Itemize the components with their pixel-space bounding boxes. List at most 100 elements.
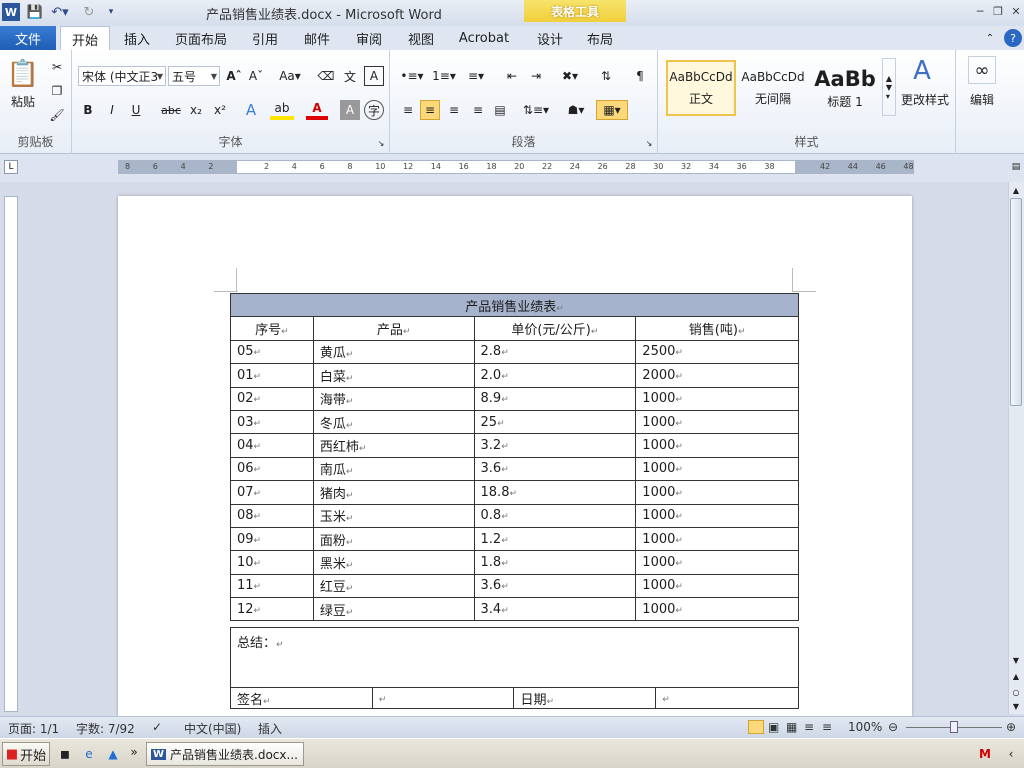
style-no-spacing[interactable]: AaBbCcDd 无间隔 xyxy=(738,60,808,116)
help-icon[interactable]: ? xyxy=(1004,29,1022,47)
table-cell[interactable]: 09↵ xyxy=(230,526,314,552)
table-cell[interactable]: 02↵ xyxy=(230,386,314,411)
clear-formatting-icon[interactable]: ⌫ xyxy=(316,66,336,86)
paste-icon[interactable]: 📋 xyxy=(6,56,40,92)
tab-review[interactable]: 审阅 xyxy=(348,26,390,50)
scrollbar-thumb[interactable] xyxy=(1010,198,1022,406)
table-cell[interactable]: 3.2↵ xyxy=(473,433,637,458)
character-shading-icon[interactable]: A xyxy=(340,100,360,120)
customize-quick-access-icon[interactable]: ▾ xyxy=(104,3,118,21)
word-logo-icon[interactable]: W xyxy=(2,3,20,21)
zoom-out-icon[interactable]: ⊖ xyxy=(888,720,898,734)
view-ruler-icon[interactable]: ▤ xyxy=(1010,160,1022,174)
table-cell[interactable]: 1.2↵ xyxy=(473,526,637,552)
show-paragraph-marks-icon[interactable]: ¶ xyxy=(630,66,650,86)
bullets-icon[interactable]: •≡▾ xyxy=(398,66,426,86)
web-layout-icon[interactable]: ▦ xyxy=(786,720,797,734)
underline-button[interactable]: U xyxy=(126,100,146,120)
word-count[interactable]: 字数: 7/92 xyxy=(76,720,135,737)
tab-insert[interactable]: 插入 xyxy=(116,26,158,50)
table-cell[interactable]: 2000↵ xyxy=(635,363,799,388)
strikethrough-button[interactable]: abc xyxy=(160,100,182,120)
draft-icon[interactable]: ≡ xyxy=(822,720,832,734)
decrease-indent-icon[interactable]: ⇤ xyxy=(502,66,522,86)
vertical-ruler[interactable] xyxy=(4,196,18,712)
tab-view[interactable]: 视图 xyxy=(400,26,442,50)
zoom-slider-handle[interactable] xyxy=(950,721,958,733)
table-cell[interactable]: 3.4↵ xyxy=(473,597,637,622)
word-task-button[interactable]: W 产品销售业绩表.docx... xyxy=(146,742,304,766)
restore-icon[interactable]: ❐ xyxy=(990,4,1006,18)
desktop-icon[interactable]: ◼ xyxy=(56,745,74,763)
page-count[interactable]: 页面: 1/1 xyxy=(8,720,59,737)
header-cell[interactable]: 产品↵ xyxy=(312,316,475,341)
table-cell[interactable]: 03↵ xyxy=(230,409,314,435)
distributed-icon[interactable]: ▤ xyxy=(490,100,510,120)
browse-object-icon[interactable]: ○ xyxy=(1010,686,1022,698)
minimize-ribbon-icon[interactable]: ⌃ xyxy=(982,26,998,50)
table-cell[interactable]: 18.8↵ xyxy=(473,480,637,505)
summary-cell[interactable]: 总结：↵ xyxy=(230,627,799,688)
table-cell[interactable]: 黄瓜↵ xyxy=(312,339,475,365)
table-cell[interactable]: 08↵ xyxy=(230,503,314,528)
tray-app-icon[interactable]: M xyxy=(976,745,994,763)
print-layout-icon[interactable] xyxy=(748,720,764,734)
sales-table[interactable]: 产品销售业绩表↵ 序号↵ 产品↵ 单价(元/公斤)↵ 销售(吨)↵ 05↵ 黄瓜↵… xyxy=(230,292,799,622)
signature-value-cell[interactable]: ↵ xyxy=(371,687,515,709)
font-size-combo[interactable]: 五号 ▼ xyxy=(168,66,220,86)
scroll-down-icon[interactable]: ▼ xyxy=(1010,654,1022,666)
tab-table-layout[interactable]: 布局 xyxy=(576,26,624,50)
justify-icon[interactable]: ≡ xyxy=(468,100,488,120)
table-cell[interactable]: 1000↵ xyxy=(635,480,799,505)
table-cell[interactable]: 01↵ xyxy=(230,363,314,388)
table-cell[interactable]: 2500↵ xyxy=(635,339,799,365)
table-cell[interactable]: 红豆↵ xyxy=(312,573,475,599)
tab-page-layout[interactable]: 页面布局 xyxy=(170,26,232,50)
find-binoculars-icon[interactable]: ∞ xyxy=(968,56,996,84)
italic-button[interactable]: I xyxy=(102,100,122,120)
table-cell[interactable]: 西红柿↵ xyxy=(312,433,475,458)
sort-icon[interactable]: ⇅ xyxy=(596,66,616,86)
table-cell[interactable]: 1000↵ xyxy=(635,503,799,528)
table-cell[interactable]: 1.8↵ xyxy=(473,550,637,575)
chinese-layout-icon[interactable]: ✖▾ xyxy=(558,66,582,86)
tab-references[interactable]: 引用 xyxy=(244,26,286,50)
table-cell[interactable]: 1000↵ xyxy=(635,456,799,482)
table-cell[interactable]: 0.8↵ xyxy=(473,503,637,528)
enclose-characters-icon[interactable]: 字 xyxy=(364,100,384,120)
table-cell[interactable]: 1000↵ xyxy=(635,433,799,458)
table-cell[interactable]: 2.0↵ xyxy=(473,363,637,388)
table-cell[interactable]: 8.9↵ xyxy=(473,386,637,411)
table-cell[interactable]: 黑米↵ xyxy=(312,550,475,575)
table-cell[interactable]: 猪肉↵ xyxy=(312,480,475,505)
table-cell[interactable]: 南瓜↵ xyxy=(312,456,475,482)
insert-mode-indicator[interactable]: 插入 xyxy=(258,720,282,737)
change-styles-icon[interactable]: A xyxy=(902,56,942,86)
change-case-icon[interactable]: Aa▾ xyxy=(276,66,304,86)
text-effects-icon[interactable]: A xyxy=(240,100,262,120)
table-cell[interactable]: 1000↵ xyxy=(635,573,799,599)
align-left-icon[interactable]: ≡ xyxy=(398,100,418,120)
character-border-icon[interactable]: A xyxy=(364,66,384,86)
language-indicator[interactable]: 中文(中国) xyxy=(184,720,241,737)
table-cell[interactable]: 07↵ xyxy=(230,480,314,505)
tab-mailings[interactable]: 邮件 xyxy=(296,26,338,50)
increase-indent-icon[interactable]: ⇥ xyxy=(526,66,546,86)
ie-icon[interactable]: e xyxy=(80,745,98,763)
table-cell[interactable]: 1000↵ xyxy=(635,409,799,435)
font-name-combo[interactable]: 宋体 (中文正3 ▼ xyxy=(78,66,166,86)
style-heading-1[interactable]: AaBb 标题 1 xyxy=(810,60,880,116)
signature-label-cell[interactable]: 签名↵ xyxy=(230,687,373,709)
change-styles-button[interactable]: 更改样式 xyxy=(898,90,952,108)
styles-scroll-icon[interactable]: ▲ ▼ ▾ xyxy=(882,58,896,116)
next-page-icon[interactable]: ▼ xyxy=(1010,700,1022,712)
style-normal[interactable]: AaBbCcDd 正文 xyxy=(666,60,736,116)
editing-button[interactable]: 编辑 xyxy=(962,90,1002,108)
close-icon[interactable]: ✕ xyxy=(1008,4,1024,18)
shrink-font-icon[interactable]: Aˇ xyxy=(246,66,266,86)
tab-home[interactable]: 开始 xyxy=(60,26,110,51)
table-cell[interactable]: 白菜↵ xyxy=(312,363,475,388)
previous-page-icon[interactable]: ▲ xyxy=(1010,670,1022,682)
proofing-icon[interactable]: ✓ xyxy=(152,720,162,734)
minimize-icon[interactable]: ─ xyxy=(972,4,988,18)
